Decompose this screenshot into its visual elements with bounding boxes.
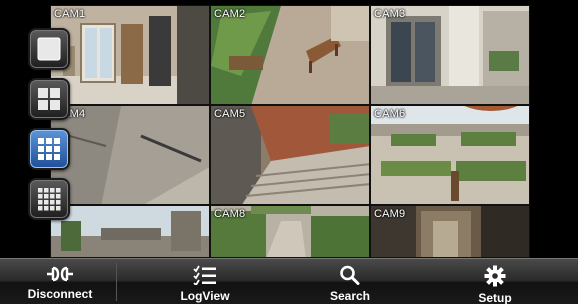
camera-tile-9[interactable]: CAM9 [370, 205, 530, 258]
nine-view-button[interactable] [28, 128, 70, 170]
quad-view-icon [38, 88, 60, 110]
bottom-toolbar: Disconnect LogView Search Setup [0, 258, 578, 304]
disconnect-button[interactable]: Disconnect [15, 259, 105, 304]
list-icon [193, 265, 216, 285]
disconnect-icon [47, 266, 73, 282]
camera-tile-4[interactable]: CAM4 [50, 105, 210, 205]
camera-label: CAM3 [374, 8, 406, 20]
camera-feed-2 [211, 6, 369, 104]
single-view-icon [37, 37, 61, 61]
logview-button[interactable]: LogView [160, 259, 250, 304]
camera-tile-7[interactable] [50, 205, 210, 258]
camera-feed-3 [371, 6, 529, 104]
camera-label: CAM6 [374, 108, 406, 120]
camera-feed-1 [51, 6, 209, 104]
camera-feed-7 [51, 206, 209, 257]
toolbar-divider [116, 263, 117, 301]
camera-viewer: CAM1 CAM2 CAM3 CAM5 CAM6 CAM8 CAM9 [0, 0, 578, 258]
search-button[interactable]: Search [305, 259, 395, 304]
setup-label: Setup [478, 291, 512, 304]
search-label: Search [329, 289, 371, 303]
camera-tile-5[interactable]: CAM5 [210, 105, 370, 205]
camera-label: CAM9 [374, 208, 406, 220]
disconnect-label: Disconnect [27, 287, 93, 301]
gear-icon [484, 265, 506, 287]
nine-view-icon [38, 138, 60, 160]
camera-feed-5 [211, 106, 369, 204]
camera-tile-6[interactable]: CAM6 [370, 105, 530, 205]
camera-tile-8[interactable]: CAM8 [210, 205, 370, 258]
camera-label: CAM8 [214, 208, 246, 220]
camera-feed-6 [371, 106, 529, 204]
camera-tile-1[interactable]: CAM1 [50, 5, 210, 105]
sixteen-view-button[interactable] [28, 178, 70, 220]
quad-view-button[interactable] [28, 78, 70, 120]
camera-grid: CAM1 CAM2 CAM3 CAM5 CAM6 CAM8 CAM9 [50, 5, 530, 258]
search-icon [340, 265, 360, 285]
camera-label: CAM1 [54, 8, 86, 20]
camera-label: CAM5 [214, 108, 246, 120]
camera-feed-4 [51, 106, 209, 204]
camera-tile-3[interactable]: CAM3 [370, 5, 530, 105]
setup-button[interactable]: Setup [450, 259, 540, 304]
camera-tile-2[interactable]: CAM2 [210, 5, 370, 105]
camera-label: CAM2 [214, 8, 246, 20]
sixteen-view-icon [38, 188, 61, 211]
logview-label: LogView [180, 289, 230, 303]
single-view-button[interactable] [28, 28, 70, 70]
